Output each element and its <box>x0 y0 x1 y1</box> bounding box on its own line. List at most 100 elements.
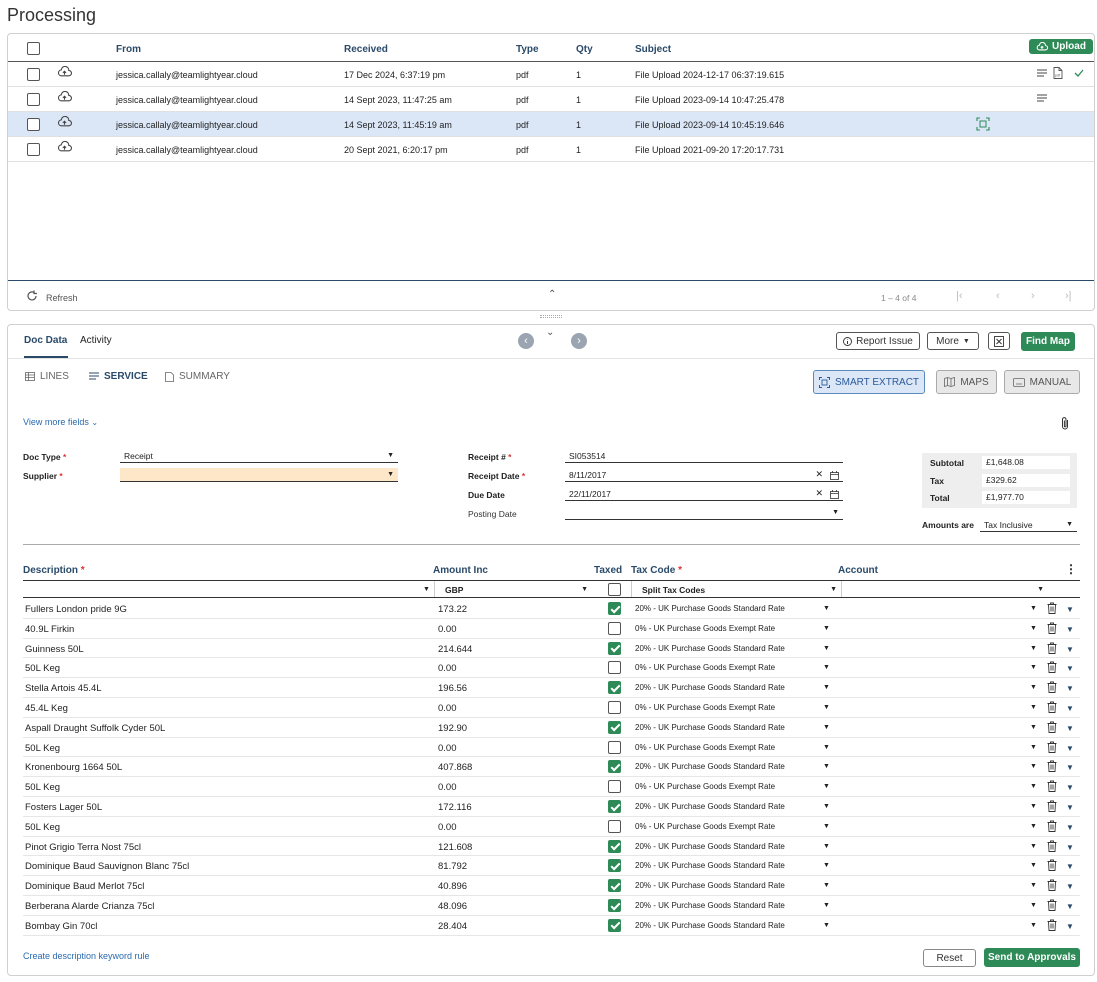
line-taxed-checkbox[interactable] <box>608 918 621 932</box>
caret-down-icon[interactable]: ▼ <box>1030 605 1037 612</box>
trash-icon[interactable] <box>1047 701 1057 713</box>
line-taxed-checkbox[interactable] <box>608 800 621 813</box>
caret-down-icon[interactable]: ▼ <box>1030 645 1037 652</box>
caret-down-icon[interactable]: ▼ <box>823 605 830 612</box>
line-taxed-checkbox[interactable] <box>608 899 621 912</box>
line-tax-code[interactable]: 20% - UK Purchase Goods Standard Rate <box>635 842 785 851</box>
expand-row-icon[interactable]: ▼ <box>1066 783 1074 792</box>
row-checkbox[interactable] <box>27 68 40 81</box>
pdf-file-icon[interactable]: pdf <box>1053 67 1063 79</box>
caret-down-icon[interactable]: ▼ <box>823 625 830 632</box>
col-qty[interactable]: Qty <box>576 44 593 55</box>
line-tax-code[interactable]: 20% - UK Purchase Goods Standard Rate <box>635 881 785 890</box>
posting-date-select[interactable]: ▼ <box>565 506 843 520</box>
view-more-fields-link[interactable]: View more fields ⌄ <box>23 417 98 427</box>
col-from[interactable]: From <box>116 44 141 55</box>
reset-button[interactable]: Reset <box>923 949 976 967</box>
line-item-row[interactable]: Fosters Lager 50L 172.116 20% - UK Purchas… <box>23 797 1080 817</box>
line-taxed-checkbox[interactable] <box>608 661 621 675</box>
caret-down-icon[interactable]: ▼ <box>423 586 430 593</box>
col-received[interactable]: Received <box>344 44 388 55</box>
line-description[interactable]: Dominique Baud Sauvignon Blanc 75cl <box>25 861 189 872</box>
line-amount[interactable]: 192.90 <box>438 723 467 734</box>
delete-doc-button[interactable] <box>988 332 1010 350</box>
expand-row-icon[interactable]: ▼ <box>1066 922 1074 931</box>
line-description[interactable]: Guinness 50L <box>25 644 84 655</box>
line-taxed-checkbox[interactable] <box>608 740 621 754</box>
trash-icon[interactable] <box>1047 919 1057 931</box>
manual-button[interactable]: MANUAL <box>1004 370 1080 394</box>
line-amount[interactable]: 0.00 <box>438 663 457 674</box>
line-item-row[interactable]: Dominique Baud Sauvignon Blanc 75cl 81.79… <box>23 856 1080 877</box>
expand-row-icon[interactable]: ▼ <box>1066 704 1074 713</box>
line-description[interactable]: 50L Keg <box>25 743 60 754</box>
next-doc-button[interactable]: › <box>571 333 587 349</box>
trash-icon[interactable] <box>1047 859 1057 872</box>
caret-down-icon[interactable]: ▼ <box>1030 843 1037 850</box>
line-tax-code[interactable]: 20% - UK Purchase Goods Standard Rate <box>635 802 785 811</box>
subtab-lines[interactable]: LINES <box>25 371 69 382</box>
tax-value[interactable]: £329.62 <box>982 474 1070 487</box>
create-keyword-rule-link[interactable]: Create description keyword rule <box>23 951 150 961</box>
expand-row-icon[interactable]: ▼ <box>1066 843 1074 852</box>
line-description[interactable]: Fullers London pride 9G <box>25 604 127 615</box>
col-amount[interactable]: Amount Inc <box>433 565 488 576</box>
col-subject[interactable]: Subject <box>635 44 671 55</box>
line-tax-code[interactable]: 0% - UK Purchase Goods Exempt Rate <box>635 703 775 712</box>
tax-code-filter[interactable]: Split Tax Codes ▼ <box>631 581 841 597</box>
line-description[interactable]: Stella Artois 45.4L <box>25 683 102 694</box>
caret-down-icon[interactable]: ▼ <box>823 803 830 810</box>
col-tax-code[interactable]: Tax Code * <box>631 565 682 576</box>
expand-row-icon[interactable]: ▼ <box>1066 803 1074 812</box>
table-row[interactable]: jessica.callaly@teamlightyear.cloud 20 S… <box>8 137 1094 162</box>
line-tax-code[interactable]: 20% - UK Purchase Goods Standard Rate <box>635 861 785 870</box>
caret-down-icon[interactable]: ▼ <box>1030 882 1037 889</box>
line-tax-code[interactable]: 20% - UK Purchase Goods Standard Rate <box>635 683 785 692</box>
line-amount[interactable]: 0.00 <box>438 782 457 793</box>
trash-icon[interactable] <box>1047 681 1057 694</box>
line-item-row[interactable]: Bombay Gin 70cl 28.404 20% - UK Purchase G… <box>23 916 1080 936</box>
line-taxed-checkbox[interactable] <box>608 641 621 655</box>
expand-row-icon[interactable]: ▼ <box>1066 902 1074 911</box>
trash-icon[interactable] <box>1047 840 1057 852</box>
caret-down-icon[interactable]: ▼ <box>1030 684 1037 691</box>
paperclip-icon[interactable] <box>1060 416 1071 431</box>
caret-down-icon[interactable]: ▼ <box>823 922 830 929</box>
scan-extract-icon[interactable] <box>976 117 990 131</box>
line-tax-code[interactable]: 20% - UK Purchase Goods Standard Rate <box>635 921 785 930</box>
send-to-approvals-button[interactable]: Send to Approvals <box>984 948 1080 967</box>
caret-down-icon[interactable]: ▼ <box>823 783 830 790</box>
caret-down-icon[interactable]: ▼ <box>823 684 830 691</box>
caret-down-icon[interactable]: ▼ <box>1030 625 1037 632</box>
line-taxed-checkbox[interactable] <box>608 819 621 833</box>
table-row[interactable]: jessica.callaly@teamlightyear.cloud 14 S… <box>8 87 1094 112</box>
line-taxed-checkbox[interactable] <box>608 621 621 635</box>
collapse-up-icon[interactable]: ⌃ <box>548 289 556 300</box>
prev-doc-button[interactable]: ‹ <box>518 333 534 349</box>
line-amount[interactable]: 173.22 <box>438 604 467 615</box>
expand-row-icon[interactable]: ▼ <box>1066 625 1074 634</box>
doc-type-select[interactable]: Receipt ▼ <box>120 449 398 463</box>
last-page-icon[interactable]: ›| <box>1065 290 1072 302</box>
caret-down-icon[interactable]: ▼ <box>823 882 830 889</box>
col-description[interactable]: Description * <box>23 565 85 576</box>
column-menu-icon[interactable]: ⋮ <box>1065 562 1077 576</box>
caret-down-icon[interactable]: ▼ <box>1030 823 1037 830</box>
trash-icon[interactable] <box>1047 820 1057 832</box>
caret-down-icon[interactable]: ▼ <box>1030 724 1037 731</box>
col-type[interactable]: Type <box>516 44 539 55</box>
line-tax-code[interactable]: 0% - UK Purchase Goods Exempt Rate <box>635 624 775 633</box>
row-checkbox[interactable] <box>27 143 40 156</box>
clear-icon[interactable]: ✕ <box>815 488 823 499</box>
line-amount[interactable]: 407.868 <box>438 762 472 773</box>
table-row-selected[interactable]: jessica.callaly@teamlightyear.cloud 14 S… <box>8 112 1094 137</box>
line-item-row[interactable]: Guinness 50L 214.644 20% - UK Purchase Goo… <box>23 639 1080 659</box>
line-item-row[interactable]: 50L Keg 0.00 0% - UK Purchase Goods Exempt… <box>23 738 1080 758</box>
expand-row-icon[interactable]: ▼ <box>1066 823 1074 832</box>
line-taxed-checkbox[interactable] <box>608 720 621 734</box>
tab-doc-data[interactable]: Doc Data <box>24 335 67 346</box>
tab-activity[interactable]: Activity <box>80 335 112 346</box>
caret-down-icon[interactable]: ▼ <box>823 862 830 869</box>
expand-row-icon[interactable]: ▼ <box>1066 664 1074 673</box>
caret-down-icon[interactable]: ▼ <box>1030 922 1037 929</box>
